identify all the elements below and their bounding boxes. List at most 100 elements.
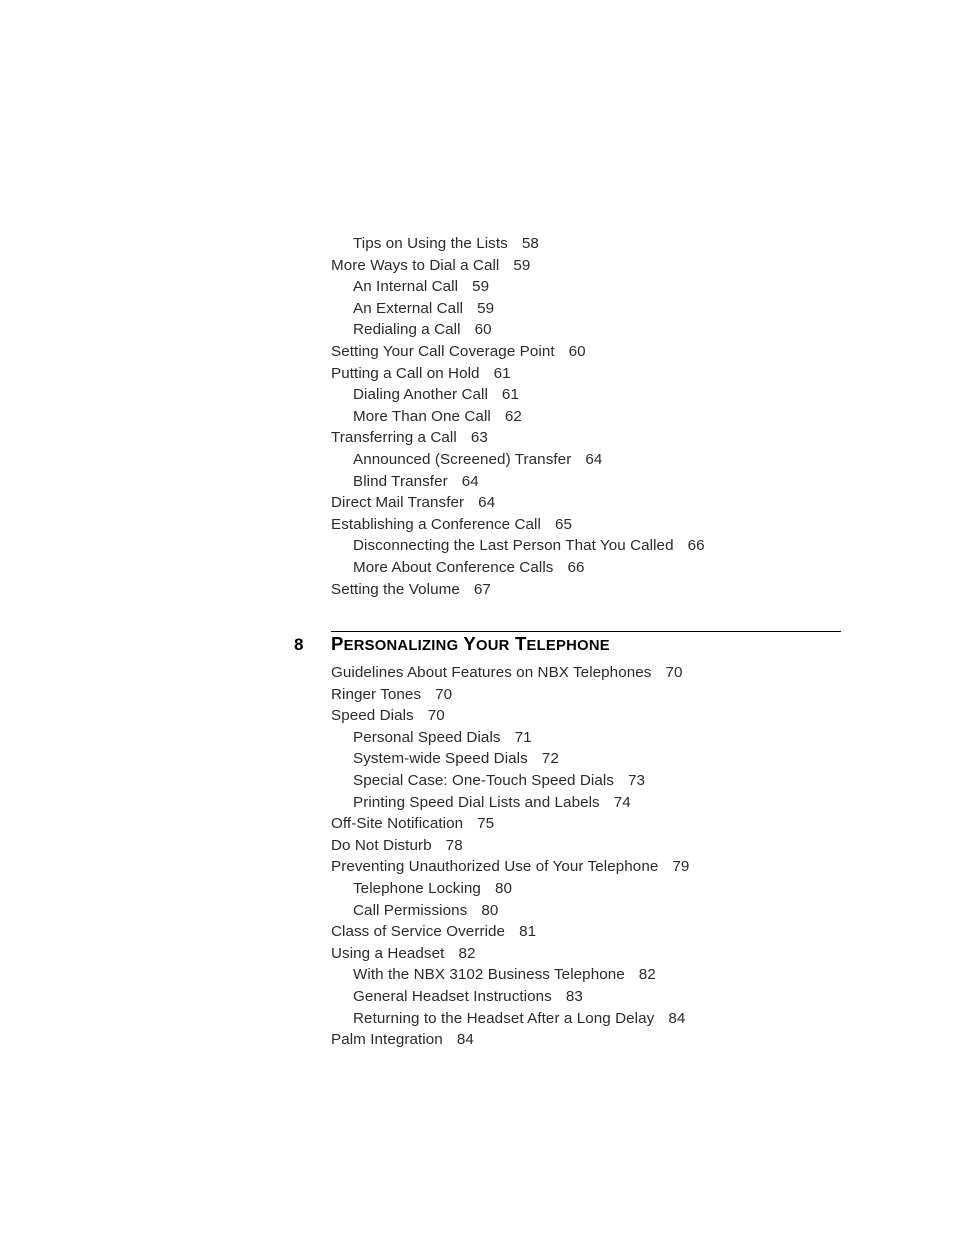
toc-entry[interactable]: Direct Mail Transfer 64	[331, 492, 891, 514]
toc-entry-title: Telephone Locking	[353, 879, 481, 897]
toc-entry[interactable]: Returning to the Headset After a Long De…	[331, 1008, 891, 1030]
toc-entry[interactable]: Announced (Screened) Transfer 64	[331, 449, 891, 471]
toc-entry-page-number: 64	[478, 494, 496, 512]
toc-entry-page-number: 84	[456, 1031, 474, 1049]
toc-section-chapter-8: Guidelines About Features on NBX Telepho…	[331, 662, 891, 1051]
toc-entry[interactable]: An Internal Call 59	[331, 276, 891, 298]
toc-entry-page-number: 59	[472, 278, 490, 296]
toc-entry-title: Establishing a Conference Call	[331, 515, 541, 533]
toc-entry-title: Personal Speed Dials	[353, 728, 501, 746]
toc-entry[interactable]: More About Conference Calls 66	[331, 557, 891, 579]
toc-entry-title: Do Not Disturb	[331, 836, 432, 854]
toc-entry-title: Putting a Call on Hold	[331, 364, 480, 382]
toc-entry[interactable]: Tips on Using the Lists 58	[331, 233, 891, 255]
chapter-title-word: TELEPHONE	[515, 633, 610, 654]
toc-entry-title: More Than One Call	[353, 407, 491, 425]
toc-entry-title: System-wide Speed Dials	[353, 750, 528, 768]
toc-entry[interactable]: Printing Speed Dial Lists and Labels 74	[331, 792, 891, 814]
toc-entry-page-number: 64	[585, 450, 603, 468]
toc-entry[interactable]: Preventing Unauthorized Use of Your Tele…	[331, 856, 891, 878]
toc-entry-page-number: 66	[567, 558, 585, 576]
toc-entry[interactable]: Setting Your Call Coverage Point 60	[331, 341, 891, 363]
toc-entry-title: An Internal Call	[353, 278, 459, 296]
toc-entry[interactable]: Off-Site Notification 75	[331, 813, 891, 835]
chapter-title-initial: P	[331, 633, 344, 654]
toc-entry-title: Dialing Another Call	[353, 386, 488, 404]
toc-entry-title: Direct Mail Transfer	[331, 494, 465, 512]
toc-entry-page-number: 70	[427, 707, 445, 725]
toc-entry-page-number: 61	[493, 364, 511, 382]
chapter-title-smallcaps: OUR	[475, 638, 510, 654]
toc-entry-title: Announced (Screened) Transfer	[353, 450, 572, 468]
toc-entry-page-number: 70	[665, 664, 683, 681]
toc-entry[interactable]: Disconnecting the Last Person That You C…	[331, 535, 891, 557]
toc-entry-page-number: 59	[513, 256, 531, 274]
toc-entry[interactable]: Using a Headset 82	[331, 943, 891, 965]
toc-entry[interactable]: Special Case: One-Touch Speed Dials 73	[331, 770, 891, 792]
toc-entry[interactable]: Call Permissions 80	[331, 900, 891, 922]
toc-entry-page-number: 82	[638, 966, 656, 984]
toc-entry-page-number: 75	[477, 815, 495, 833]
toc-entry-title: Off-Site Notification	[331, 815, 464, 833]
toc-entry-page-number: 61	[501, 386, 519, 404]
toc-entry[interactable]: Personal Speed Dials 71	[331, 727, 891, 749]
toc-entry[interactable]: Putting a Call on Hold 61	[331, 363, 891, 385]
toc-entry-title: Redialing a Call	[353, 321, 461, 339]
toc-entry-title: Tips on Using the Lists	[353, 235, 508, 252]
toc-entry-title: Special Case: One-Touch Speed Dials	[353, 771, 614, 789]
toc-entry-title: Call Permissions	[353, 901, 468, 919]
toc-entry-title: Guidelines About Features on NBX Telepho…	[331, 664, 652, 681]
toc-entry-page-number: 80	[494, 879, 512, 897]
toc-entry-page-number: 82	[458, 944, 476, 962]
chapter-title-smallcaps: ELEPHONE	[526, 638, 610, 654]
toc-entry-title: Setting Your Call Coverage Point	[331, 342, 555, 360]
toc-entry-title: General Headset Instructions	[353, 987, 552, 1005]
toc-entry-title: An External Call	[353, 299, 464, 317]
toc-entry-page-number: 80	[481, 901, 499, 919]
chapter-number: 8	[294, 635, 304, 654]
toc-entry[interactable]: General Headset Instructions 83	[331, 986, 891, 1008]
toc-entry[interactable]: Do Not Disturb 78	[331, 835, 891, 857]
toc-entry-page-number: 72	[541, 750, 559, 768]
chapter-title: PERSONALIZING YOUR TELEPHONE	[331, 633, 610, 657]
toc-entry[interactable]: Palm Integration 84	[331, 1029, 891, 1051]
toc-entry-title: Palm Integration	[331, 1031, 443, 1049]
toc-entry[interactable]: Guidelines About Features on NBX Telepho…	[331, 662, 891, 684]
toc-entry-page-number: 81	[519, 923, 537, 941]
toc-entry-title: Preventing Unauthorized Use of Your Tele…	[331, 858, 659, 876]
toc-entry-title: Class of Service Override	[331, 923, 506, 941]
toc-entry-page-number: 84	[668, 1009, 686, 1027]
toc-entry-title: Setting the Volume	[331, 580, 460, 598]
toc-entry-title: Ringer Tones	[331, 685, 422, 703]
toc-entry-title: With the NBX 3102 Business Telephone	[353, 966, 625, 984]
toc-entry[interactable]: Blind Transfer 64	[331, 471, 891, 493]
toc-entry[interactable]: Transferring a Call 63	[331, 427, 891, 449]
toc-entry[interactable]: Redialing a Call 60	[331, 319, 891, 341]
toc-entry[interactable]: More Ways to Dial a Call 59	[331, 255, 891, 277]
toc-entry[interactable]: System-wide Speed Dials 72	[331, 748, 891, 770]
toc-entry-page-number: 78	[445, 836, 463, 854]
toc-entry-page-number: 60	[568, 342, 586, 360]
toc-entry[interactable]: Ringer Tones 70	[331, 684, 891, 706]
toc-entry[interactable]: Setting the Volume 67	[331, 579, 891, 601]
toc-entry[interactable]: With the NBX 3102 Business Telephone 82	[331, 964, 891, 986]
toc-entry[interactable]: Telephone Locking 80	[331, 878, 891, 900]
toc-entry-page-number: 58	[521, 235, 539, 252]
toc-entry-title: Returning to the Headset After a Long De…	[353, 1009, 655, 1027]
toc-entry-title: Transferring a Call	[331, 429, 457, 447]
chapter-title-initial: Y	[463, 633, 476, 654]
toc-entry[interactable]: More Than One Call 62	[331, 406, 891, 428]
toc-entry-title: Disconnecting the Last Person That You C…	[353, 537, 674, 555]
toc-entry-page-number: 74	[613, 793, 631, 811]
toc-entry[interactable]: Speed Dials 70	[331, 705, 891, 727]
toc-entry[interactable]: An External Call 59	[331, 298, 891, 320]
toc-entry[interactable]: Class of Service Override 81	[331, 921, 891, 943]
toc-entry[interactable]: Dialing Another Call 61	[331, 384, 891, 406]
toc-entry-page-number: 64	[461, 472, 479, 490]
toc-entry[interactable]: Establishing a Conference Call 65	[331, 514, 891, 536]
toc-entry-title: More Ways to Dial a Call	[331, 256, 500, 274]
toc-entry-page-number: 59	[477, 299, 495, 317]
toc-entry-page-number: 71	[514, 728, 532, 746]
chapter-title-word: YOUR	[463, 633, 509, 654]
toc-entry-title: Blind Transfer	[353, 472, 448, 490]
